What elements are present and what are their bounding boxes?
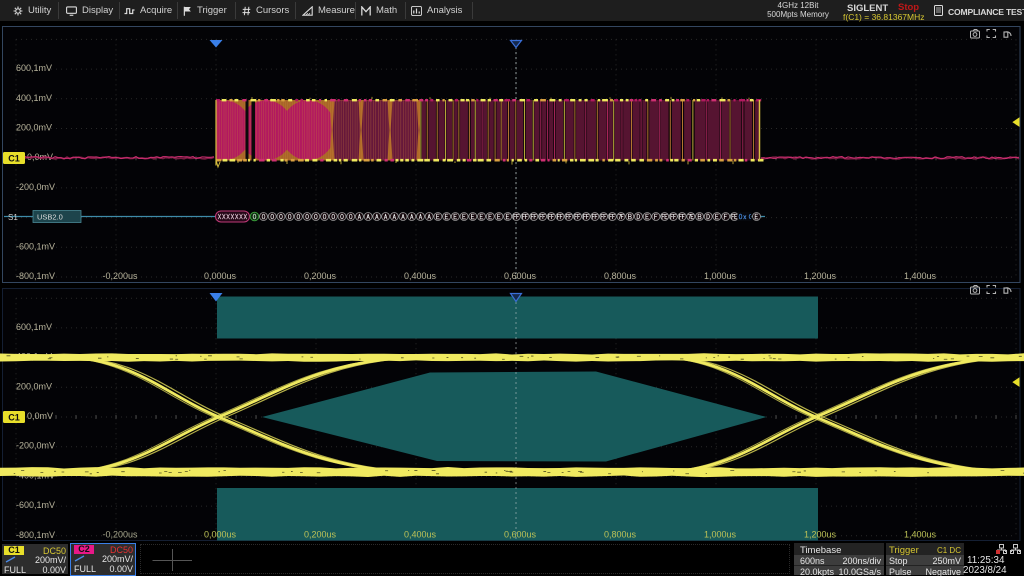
svg-text:-600,1mV: -600,1mV <box>16 241 55 251</box>
svg-text:0,600us: 0,600us <box>504 271 537 281</box>
svg-text:0,0mV: 0,0mV <box>27 411 53 421</box>
svg-text:USB2.0: USB2.0 <box>37 213 63 222</box>
svg-text:0,000us: 0,000us <box>204 530 237 540</box>
svg-text:-800,1mV: -800,1mV <box>16 530 55 540</box>
svg-text:0,000us: 0,000us <box>204 271 237 281</box>
svg-text:0,400us: 0,400us <box>404 530 437 540</box>
svg-text:0,600us: 0,600us <box>504 530 537 540</box>
svg-text:0,800us: 0,800us <box>604 271 637 281</box>
svg-text:-200,0mV: -200,0mV <box>16 441 55 451</box>
svg-text:C1: C1 <box>8 154 20 164</box>
svg-text:-800,1mV: -800,1mV <box>16 271 55 281</box>
svg-text:200,0mV: 200,0mV <box>16 381 52 391</box>
svg-text:200,0mV: 200,0mV <box>16 123 52 133</box>
svg-text:1,000us: 1,000us <box>704 271 737 281</box>
svg-text:400,1mV: 400,1mV <box>16 93 52 103</box>
svg-text:-600,1mV: -600,1mV <box>16 500 55 510</box>
svg-text:0,400us: 0,400us <box>404 271 437 281</box>
svg-text:S1: S1 <box>8 213 18 222</box>
svg-text:1,400us: 1,400us <box>904 271 937 281</box>
svg-text:1,200us: 1,200us <box>804 271 837 281</box>
svg-text:0,200us: 0,200us <box>304 530 337 540</box>
svg-text:600,1mV: 600,1mV <box>16 63 52 73</box>
svg-text:-200,0mV: -200,0mV <box>16 182 55 192</box>
svg-text:-0,200us: -0,200us <box>102 271 138 281</box>
svg-text:600,1mV: 600,1mV <box>16 322 52 332</box>
svg-text:-0,200us: -0,200us <box>102 530 138 540</box>
svg-text:1,200us: 1,200us <box>804 530 837 540</box>
svg-text:0,800us: 0,800us <box>604 530 637 540</box>
svg-text:1,400us: 1,400us <box>904 530 937 540</box>
svg-text:C1: C1 <box>8 413 20 423</box>
svg-text:0,200us: 0,200us <box>304 271 337 281</box>
svg-text:1,000us: 1,000us <box>704 530 737 540</box>
